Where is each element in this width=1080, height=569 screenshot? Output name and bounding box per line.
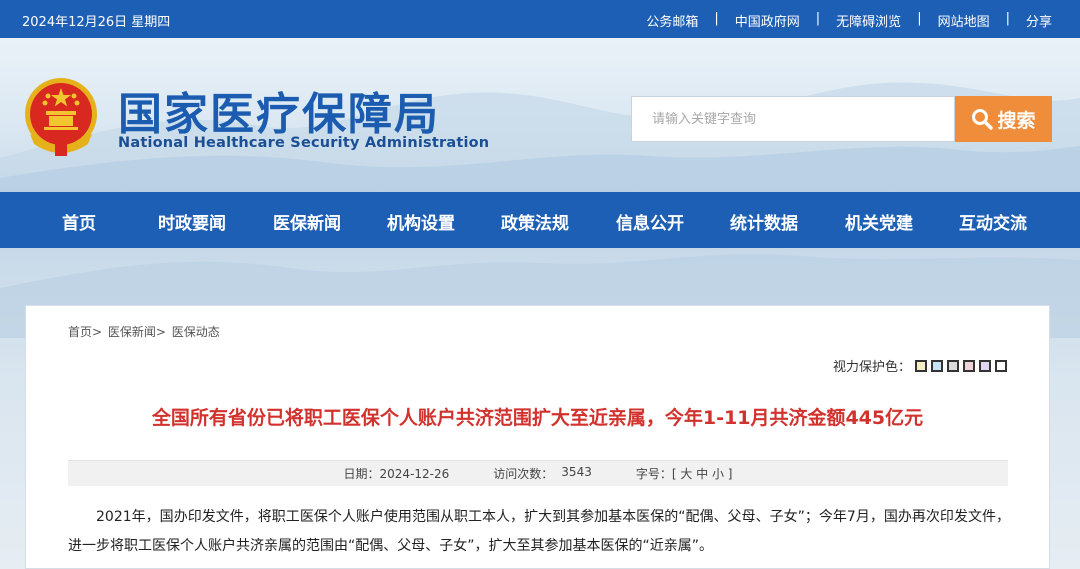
nav-item-info-disclosure[interactable]: 信息公开 <box>616 209 684 234</box>
separator: | <box>714 11 719 26</box>
link-official-mail[interactable]: 公务邮箱 <box>646 11 698 30</box>
link-gov-portal[interactable]: 中国政府网 <box>735 11 800 30</box>
link-sitemap[interactable]: 网站地图 <box>938 11 990 30</box>
breadcrumb: 首页> 医保新闻> 医保动态 <box>68 323 222 340</box>
separator: | <box>1005 11 1010 26</box>
swatch-gray[interactable] <box>947 359 959 372</box>
utility-links: 公务邮箱 | 中国政府网 | 无障碍浏览 | 网站地图 | 分享 <box>646 11 1052 30</box>
site-subtitle: National Healthcare Security Administrat… <box>118 135 490 151</box>
article-paragraph: 2021年，国办印发文件，将职工医保个人账户使用范围从职工本人，扩大到其参加基本… <box>68 509 1010 554</box>
nav-item-statistics[interactable]: 统计数据 <box>730 209 798 234</box>
swatch-yellow[interactable] <box>915 359 927 372</box>
breadcrumb-healthcare-news[interactable]: 医保新闻> <box>108 325 166 339</box>
nav-item-organization[interactable]: 机构设置 <box>387 209 455 234</box>
nav-item-party-building[interactable]: 机关党建 <box>845 209 913 234</box>
nav-item-home[interactable]: 首页 <box>62 209 96 234</box>
font-size-control[interactable]: 字号：[ 大 中 小 ] <box>636 465 733 482</box>
site-header: 国家医疗保障局 National Healthcare Security Adm… <box>0 38 1080 192</box>
separator: | <box>815 11 821 26</box>
eye-care-colors: 视力保护色： <box>833 356 1007 375</box>
current-date: 2024年12月26日 星期四 <box>22 15 171 30</box>
site-title: 国家医疗保障局 <box>118 89 440 140</box>
main-nav: 首页 时政要闻 医保新闻 机构设置 政策法规 信息公开 统计数据 机关党建 互动… <box>0 192 1080 248</box>
nav-item-interaction[interactable]: 互动交流 <box>959 209 1027 234</box>
link-accessibility[interactable]: 无障碍浏览 <box>836 11 901 30</box>
visit-count: 访问次数： 3543 <box>493 465 592 482</box>
breadcrumb-home[interactable]: 首页> <box>68 325 102 339</box>
swatch-white[interactable] <box>995 359 1007 372</box>
link-share[interactable]: 分享 <box>1026 11 1052 30</box>
search-icon <box>972 109 994 130</box>
nav-item-policies[interactable]: 政策法规 <box>501 209 569 234</box>
article-title: 全国所有省份已将职工医保个人账户共济范围扩大至近亲属，今年1-11月共济金额44… <box>151 407 924 429</box>
separator: | <box>917 11 922 26</box>
search-button[interactable]: 搜索 <box>955 96 1052 142</box>
swatch-pink[interactable] <box>963 359 975 372</box>
search-button-label: 搜索 <box>997 110 1036 132</box>
top-utility-bar: 2024年12月26日 星期四 公务邮箱 | 中国政府网 | 无障碍浏览 | 网… <box>0 0 1080 38</box>
eye-care-label: 视力保护色： <box>832 360 911 375</box>
visit-count-label: 访问次数： <box>493 467 554 481</box>
visit-count-value: 3543 <box>561 465 592 479</box>
search-input[interactable] <box>631 96 955 142</box>
article-meta: 日期：2024-12-26 访问次数： 3543 字号：[ 大 中 小 ] <box>68 460 1008 486</box>
nav-item-healthcare-news[interactable]: 医保新闻 <box>273 209 341 234</box>
swatch-purple[interactable] <box>979 359 991 372</box>
swatch-blue[interactable] <box>931 359 943 372</box>
breadcrumb-healthcare-updates[interactable]: 医保动态 <box>172 325 220 339</box>
article-date: 日期：2024-12-26 <box>343 467 450 481</box>
article-card: 首页> 医保新闻> 医保动态 视力保护色： 全国所有省份已将职工医保个人账户共济… <box>25 305 1050 569</box>
national-emblem-icon <box>25 78 97 156</box>
nav-item-political-news[interactable]: 时政要闻 <box>158 209 226 234</box>
